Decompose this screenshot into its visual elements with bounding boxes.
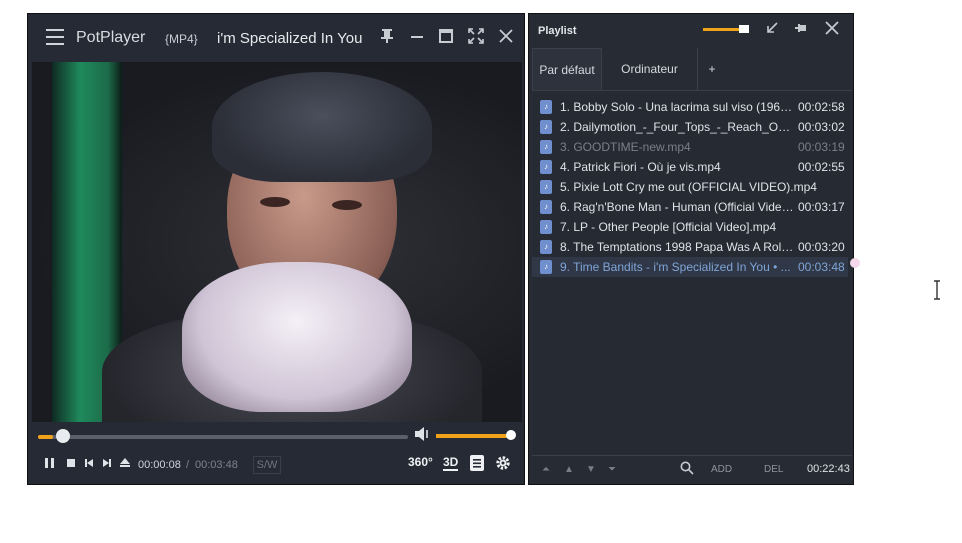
item-name: 1. Bobby Solo - Una lacrima sul viso (19… [560,100,794,114]
playlist-tabbar: Par défaut Ordinateur + [532,48,852,91]
list-item[interactable]: ♪ 3. GOODTIME-new.mp4 00:03:19 [532,137,848,157]
maximize-icon[interactable] [436,28,456,48]
item-name: 2. Dailymotion_-_Four_Tops_-_Reach_Out_I… [560,120,794,134]
video-person-eye [260,197,290,207]
previous-icon[interactable] [83,457,95,472]
settings-gear-icon[interactable] [495,455,511,474]
close-icon[interactable] [822,21,842,40]
video-person-hat [212,72,432,182]
volume-handle[interactable] [506,430,516,440]
3d-button[interactable]: 3D [443,455,459,471]
list-item[interactable]: ♪ 8. The Temptations 1998 Papa Was A Rol… [532,237,848,257]
hamburger-icon[interactable] [46,28,66,46]
dock-arrow-icon[interactable] [762,21,782,40]
cursor-trail-mark [850,258,860,268]
video-frame[interactable] [32,62,522,422]
seek-progress [38,435,53,439]
item-name: 9. Time Bandits - i'm Specialized In You… [560,260,791,274]
item-duration: 00:03:20 [798,240,845,254]
time-current: 00:00:08 [138,459,181,471]
stop-icon[interactable] [65,457,77,472]
tab-computer[interactable]: Ordinateur [602,48,698,90]
list-item[interactable]: ♪ 5. Pixie Lott Cry me out (OFFICIAL VID… [532,177,848,197]
item-name: 5. Pixie Lott Cry me out (OFFICIAL VIDEO… [560,180,817,194]
app-name: PotPlayer [76,29,146,46]
player-titlebar[interactable]: PotPlayer {MP4} i'm Specialized In You [28,14,526,62]
time-total: 00:03:48 [195,459,238,471]
item-duration: 00:02:58 [798,100,845,114]
next-icon[interactable] [101,457,113,472]
tab-default[interactable]: Par défaut [532,48,602,90]
item-name: 4. Patrick Fiori - Où je vis.mp4 [560,160,721,174]
file-icon: ♪ [540,160,552,174]
volume-slider[interactable] [436,434,512,438]
move-down-icon[interactable]: ▼ [586,464,596,475]
player-window: PotPlayer {MP4} i'm Specialized In You 0… [27,13,525,485]
video-title: i'm Specialized In You [217,30,363,47]
fullscreen-icon[interactable] [466,28,486,48]
time-separator: / [186,459,190,471]
item-name: 3. GOODTIME-new.mp4 [560,140,691,154]
add-button[interactable]: ADD [711,464,732,475]
file-icon: ♪ [540,220,552,234]
item-duration: 00:03:48 [798,260,845,274]
item-name: 6. Rag'n'Bone Man - Human (Official Vide… [560,200,794,214]
format-badge: {MP4} [165,32,198,46]
close-icon[interactable] [496,28,516,48]
list-item[interactable]: ♪ 4. Patrick Fiori - Où je vis.mp4 00:02… [532,157,848,177]
playlist-title: Playlist [538,25,577,37]
move-top-icon[interactable]: ⏶ [542,464,550,475]
item-name: 7. LP - Other People [Official Video].mp… [560,220,777,234]
vr-360-button[interactable]: 360° [408,455,433,469]
eject-icon[interactable] [119,457,131,472]
pin-icon[interactable] [791,21,811,40]
item-duration: 00:03:17 [798,200,845,214]
list-item[interactable]: ♪ 7. LP - Other People [Official Video].… [532,217,848,237]
video-person-scarf [182,262,412,412]
delete-button[interactable]: DEL [764,464,783,475]
seek-handle[interactable] [56,429,70,443]
move-up-icon[interactable]: ▲ [564,464,574,475]
seek-bar[interactable] [38,435,408,439]
file-icon: ♪ [540,120,552,134]
file-icon: ♪ [540,260,552,274]
file-icon: ♪ [540,200,552,214]
list-item-selected[interactable]: ♪ 9. Time Bandits - i'm Specialized In Y… [532,257,848,277]
search-icon[interactable] [680,461,694,478]
move-bottom-icon[interactable]: ⏷ [608,464,616,475]
playlist-window: Playlist Par défaut Ordinateur + ♪ 1. Bo… [528,13,854,485]
pause-icon[interactable] [44,457,56,472]
file-icon: ♪ [540,180,552,194]
opacity-slider-handle[interactable] [739,25,749,33]
playlist-list[interactable]: ♪ 1. Bobby Solo - Una lacrima sul viso (… [532,94,850,454]
item-duration: 00:03:19 [798,140,845,154]
playlist-toggle-icon[interactable] [470,455,484,474]
list-item[interactable]: ♪ 2. Dailymotion_-_Four_Tops_-_Reach_Out… [532,117,848,137]
file-icon: ♪ [540,240,552,254]
list-item[interactable]: ♪ 1. Bobby Solo - Una lacrima sul viso (… [532,97,848,117]
item-name: 8. The Temptations 1998 Papa Was A Rolli… [560,240,794,254]
list-item[interactable]: ♪ 6. Rag'n'Bone Man - Human (Official Vi… [532,197,848,217]
minimize-icon[interactable] [407,28,427,48]
file-icon: ♪ [540,100,552,114]
sw-button[interactable]: S/W [253,456,281,474]
text-cursor-icon [930,280,946,300]
item-duration: 00:02:55 [798,160,845,174]
video-person-eye [332,200,362,210]
playlist-toolbar: ⏶ ▲ ▼ ⏷ ADD DEL 00:22:43 [532,455,852,484]
volume-icon[interactable] [414,426,432,447]
tab-add-button[interactable]: + [698,48,726,90]
file-icon: ♪ [540,140,552,154]
item-duration: 00:03:02 [798,120,845,134]
total-duration: 00:22:43 [807,463,850,475]
pin-icon[interactable] [377,28,397,48]
